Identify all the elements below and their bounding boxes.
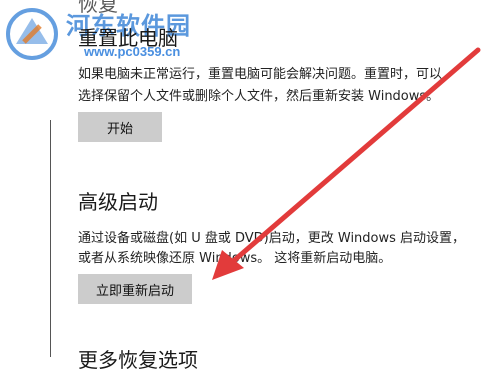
advanced-startup-description-2: 或者从系统映像还原 Windows。 这将重新启动电脑。	[78, 251, 392, 266]
more-recovery-options-title: 更多恢复选项	[78, 348, 198, 372]
left-divider	[50, 120, 51, 357]
restart-now-button[interactable]: 立即重新启动	[78, 274, 192, 304]
reset-pc-title: 重置此电脑	[78, 26, 178, 50]
start-reset-button[interactable]: 开始	[78, 112, 162, 142]
watermark-icon	[6, 8, 58, 60]
reset-pc-description-1: 如果电脑未正常运行，重置电脑可能会解决问题。重置时，可以	[78, 67, 443, 82]
advanced-startup-description-1: 通过设备或磁盘(如 U 盘或 DVD)启动，更改 Windows 启动设置，	[78, 231, 466, 246]
advanced-startup-title: 高级启动	[78, 190, 158, 214]
reset-pc-description-2: 选择保留个人文件或删除个人文件，然后重新安装 Windows。	[78, 89, 440, 104]
